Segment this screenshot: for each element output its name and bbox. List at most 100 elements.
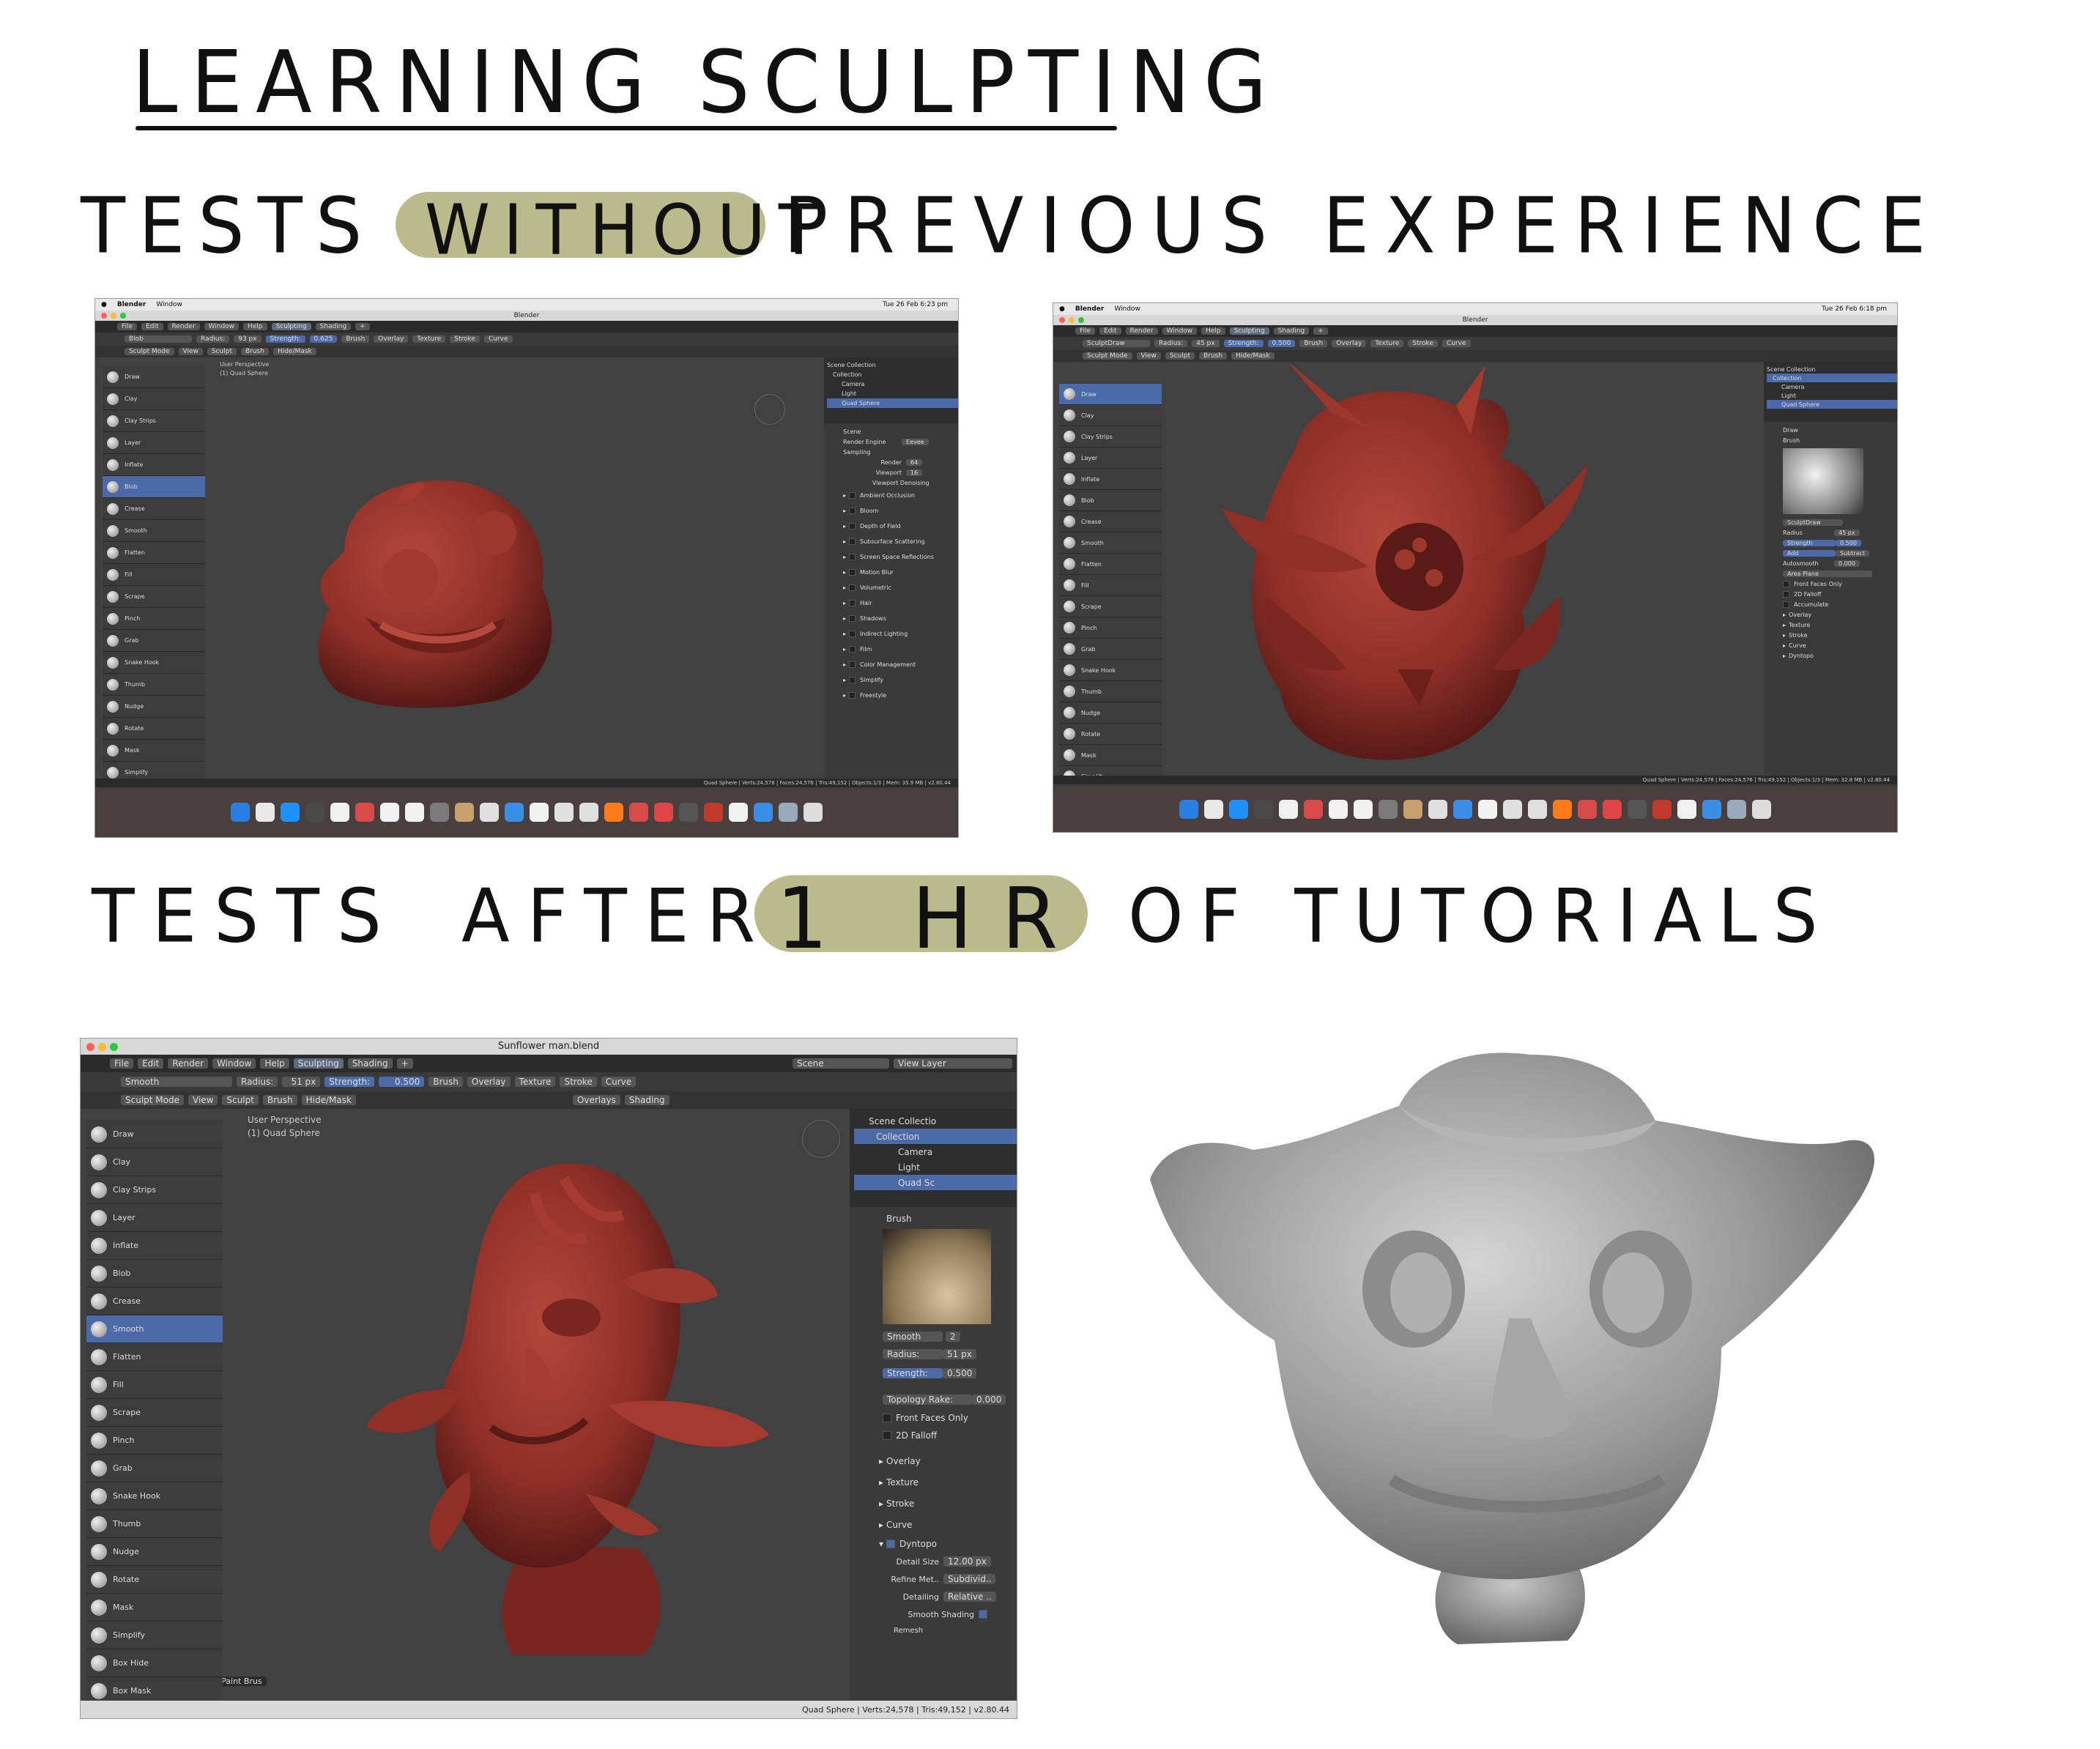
brush-selector[interactable]: Blob [125, 335, 192, 343]
menu-window[interactable]: Window [212, 1058, 256, 1069]
tool-rotate[interactable]: Rotate [86, 1566, 223, 1594]
outliner-row[interactable]: Scene Collectio [854, 1113, 1017, 1129]
axis-gizmo[interactable] [802, 1120, 840, 1158]
dock-app-icon[interactable] [754, 803, 773, 822]
tool-smooth[interactable]: Smooth [103, 520, 205, 542]
tool-pinch[interactable]: Pinch [103, 608, 205, 630]
outliner-row[interactable]: Light [854, 1159, 1017, 1175]
panel-checkbox[interactable] [849, 584, 856, 591]
tool-rotate[interactable]: Rotate [103, 718, 205, 740]
tool-clay[interactable]: Clay [1059, 405, 1162, 426]
tab-sculpting[interactable]: Sculpting [271, 323, 311, 330]
tool-fill[interactable]: Fill [86, 1371, 223, 1399]
tool-mask[interactable]: Mask [86, 1594, 223, 1622]
front-faces-only-checkbox[interactable]: Front Faces Only [896, 1413, 968, 1423]
dropdown-curve[interactable]: Curve [483, 335, 513, 343]
outliner-row[interactable]: Camera [854, 1144, 1017, 1159]
dock-app-icon[interactable] [505, 803, 524, 822]
tool-grab[interactable]: Grab [103, 630, 205, 652]
radius-field[interactable]: 45 px [1192, 340, 1220, 347]
brush-name-field[interactable]: Smooth [883, 1332, 943, 1342]
dock-app-icon[interactable] [1179, 800, 1198, 819]
dock-app-icon[interactable] [1628, 800, 1647, 819]
dock-app-icon[interactable] [779, 803, 798, 822]
tool-clay-strips[interactable]: Clay Strips [86, 1176, 223, 1204]
tool-draw[interactable]: Draw [1059, 384, 1162, 405]
panel-depth-of-field[interactable]: ▸ Depth of Field [843, 519, 958, 534]
outliner-row[interactable]: Camera [1767, 382, 1897, 391]
mode-selector[interactable]: Sculpt Mode [1083, 352, 1132, 360]
dock-app-icon[interactable] [804, 803, 823, 822]
brush-selector[interactable]: SculptDraw [1083, 340, 1150, 347]
panel-checkbox[interactable] [849, 569, 856, 576]
outliner-row[interactable]: Collection [854, 1129, 1017, 1144]
dock-app-icon[interactable] [579, 803, 598, 822]
panel-checkbox[interactable] [849, 631, 856, 637]
refine-method-select[interactable]: Subdivid.. [943, 1574, 996, 1584]
tool-fill[interactable]: Fill [1059, 575, 1162, 596]
menu-help[interactable]: Help [243, 323, 267, 330]
tool-crease[interactable]: Crease [1059, 511, 1162, 532]
direction-add[interactable]: Add [1783, 549, 1836, 557]
add-workspace-button[interactable]: + [355, 323, 370, 330]
dropdown-curve[interactable]: Curve [1442, 340, 1471, 347]
tool-snake-hook[interactable]: Snake Hook [103, 652, 205, 674]
outliner-row[interactable]: Light [827, 389, 958, 398]
panel-checkbox[interactable] [849, 538, 856, 545]
dock-app-icon[interactable] [231, 803, 250, 822]
tool-grab[interactable]: Grab [1059, 639, 1162, 660]
outliner-row[interactable]: Scene Collection [827, 360, 958, 370]
strength-field[interactable]: 0.500 [379, 1077, 425, 1087]
tool-layer[interactable]: Layer [86, 1204, 223, 1232]
dock-app-icon[interactable] [405, 803, 424, 822]
dock-app-icon[interactable] [1329, 800, 1348, 819]
strength-field[interactable]: 0.625 [309, 335, 338, 343]
tab-sculpting[interactable]: Sculpting [293, 1058, 344, 1069]
panel-checkbox[interactable] [849, 492, 856, 499]
brush-section-header[interactable]: Brush [879, 1211, 1017, 1226]
accumulate-checkbox[interactable]: Accumulate [1794, 601, 1828, 608]
tool-snake-hook[interactable]: Snake Hook [86, 1482, 223, 1510]
panel-checkbox[interactable] [849, 692, 856, 699]
tab-shading[interactable]: Shading [315, 323, 352, 330]
menu-file[interactable]: File [117, 323, 138, 330]
dock-app-icon[interactable] [1204, 800, 1223, 819]
tool-thumb[interactable]: Thumb [86, 1510, 223, 1538]
mode-selector[interactable]: Sculpt Mode [125, 348, 174, 355]
radius-field[interactable]: 51 px [282, 1077, 321, 1087]
dock-app-icon[interactable] [530, 803, 549, 822]
tool-snake-hook[interactable]: Snake Hook [1059, 660, 1162, 681]
brush-preview-thumbnail[interactable] [1783, 448, 1863, 514]
sampling-header[interactable]: Sampling [843, 447, 958, 457]
dock-app-icon[interactable] [1528, 800, 1547, 819]
tool-draw[interactable]: Draw [103, 366, 205, 388]
outliner-row[interactable]: Quad Sc [854, 1175, 1017, 1190]
falloff-2d-checkbox[interactable]: 2D Falloff [896, 1430, 937, 1441]
panel-checkbox[interactable] [849, 615, 856, 622]
dock-app-icon[interactable] [1503, 800, 1522, 819]
tool-flatten[interactable]: Flatten [86, 1343, 223, 1371]
dock-app-icon[interactable] [355, 803, 374, 822]
menu-render[interactable]: Render [168, 1058, 209, 1069]
dock-app-icon[interactable] [1453, 800, 1472, 819]
panel-overlay[interactable]: ▸ Overlay [879, 1450, 1017, 1471]
overlays-dropdown[interactable]: Overlays [572, 1095, 620, 1105]
menu-brush[interactable]: Brush [262, 1095, 297, 1105]
dropdown-brush[interactable]: Brush [341, 335, 370, 343]
tool-grab[interactable]: Grab [86, 1455, 223, 1482]
menu-sculpt[interactable]: Sculpt [222, 1095, 259, 1105]
menu-brush[interactable]: Brush [1198, 352, 1227, 360]
panel-motion-blur[interactable]: ▸ Motion Blur [843, 565, 958, 580]
dock-app-icon[interactable] [1553, 800, 1572, 819]
outliner-row[interactable]: Scene Collection [1767, 365, 1897, 374]
tool-simplify[interactable]: Simplify [86, 1622, 223, 1649]
panel-checkbox[interactable] [849, 600, 856, 606]
dropdown-brush[interactable]: Brush [428, 1077, 463, 1087]
panel-stroke[interactable]: ▸ Stroke [1783, 630, 1897, 640]
dropdown-overlay[interactable]: Overlay [467, 1077, 511, 1087]
radius-field[interactable]: 93 px [234, 335, 261, 343]
menu-help[interactable]: Help [1201, 327, 1225, 335]
menubar-app[interactable]: Blender [1075, 305, 1104, 313]
panel-screen-space-reflections[interactable]: ▸ Screen Space Reflections [843, 549, 958, 565]
tool-flatten[interactable]: Flatten [103, 542, 205, 564]
